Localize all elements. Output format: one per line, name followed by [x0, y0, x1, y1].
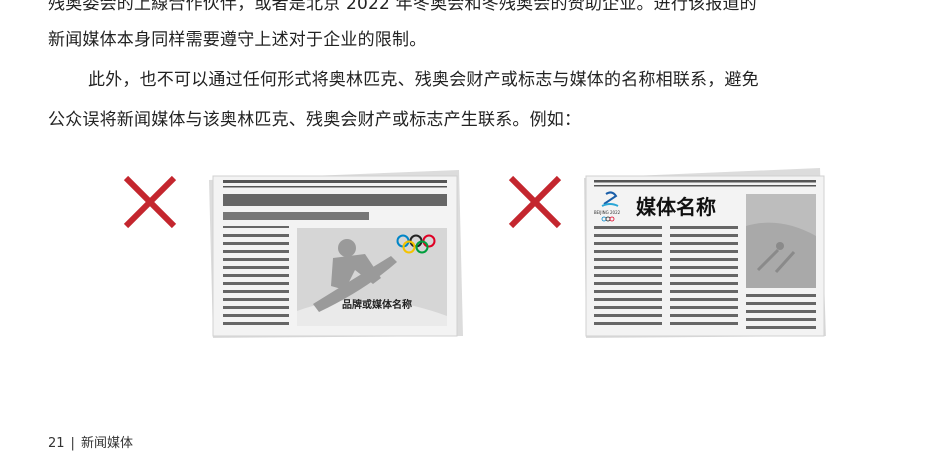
- cross-icon: [123, 175, 177, 229]
- paragraph-line: 此外，也不可以通过任何形式将奥林匹克、残奥会财产或标志与媒体的名称相联系，避免: [88, 70, 759, 90]
- newspaper-example-2: BEIJING 2022 媒体名称: [584, 168, 826, 338]
- paragraph-line: 新闻媒体本身同样需要遵守上述对于企业的限制。: [48, 30, 427, 50]
- paragraph-line: 残奥委会的上線合作伙伴，或者是北京 2022 年冬奥会和冬残奥会的赞助企业。进行…: [48, 0, 757, 14]
- page-footer: 21 | 新闻媒体: [48, 432, 133, 451]
- paragraph-line: 公众误将新闻媒体与该奥林匹克、残奥会财产或标志产生联系。例如：: [48, 110, 582, 130]
- emblem-text: BEIJING 2022: [594, 210, 621, 215]
- caption-text: 品牌或媒体名称: [342, 298, 412, 311]
- page-number: 21: [48, 436, 65, 451]
- footer-separator: |: [70, 436, 75, 451]
- cross-icon: [508, 175, 562, 229]
- newspaper-example-1: 品牌或媒体名称: [209, 170, 463, 338]
- section-title: 新闻媒体: [80, 436, 133, 451]
- masthead-text: 媒体名称: [636, 195, 716, 219]
